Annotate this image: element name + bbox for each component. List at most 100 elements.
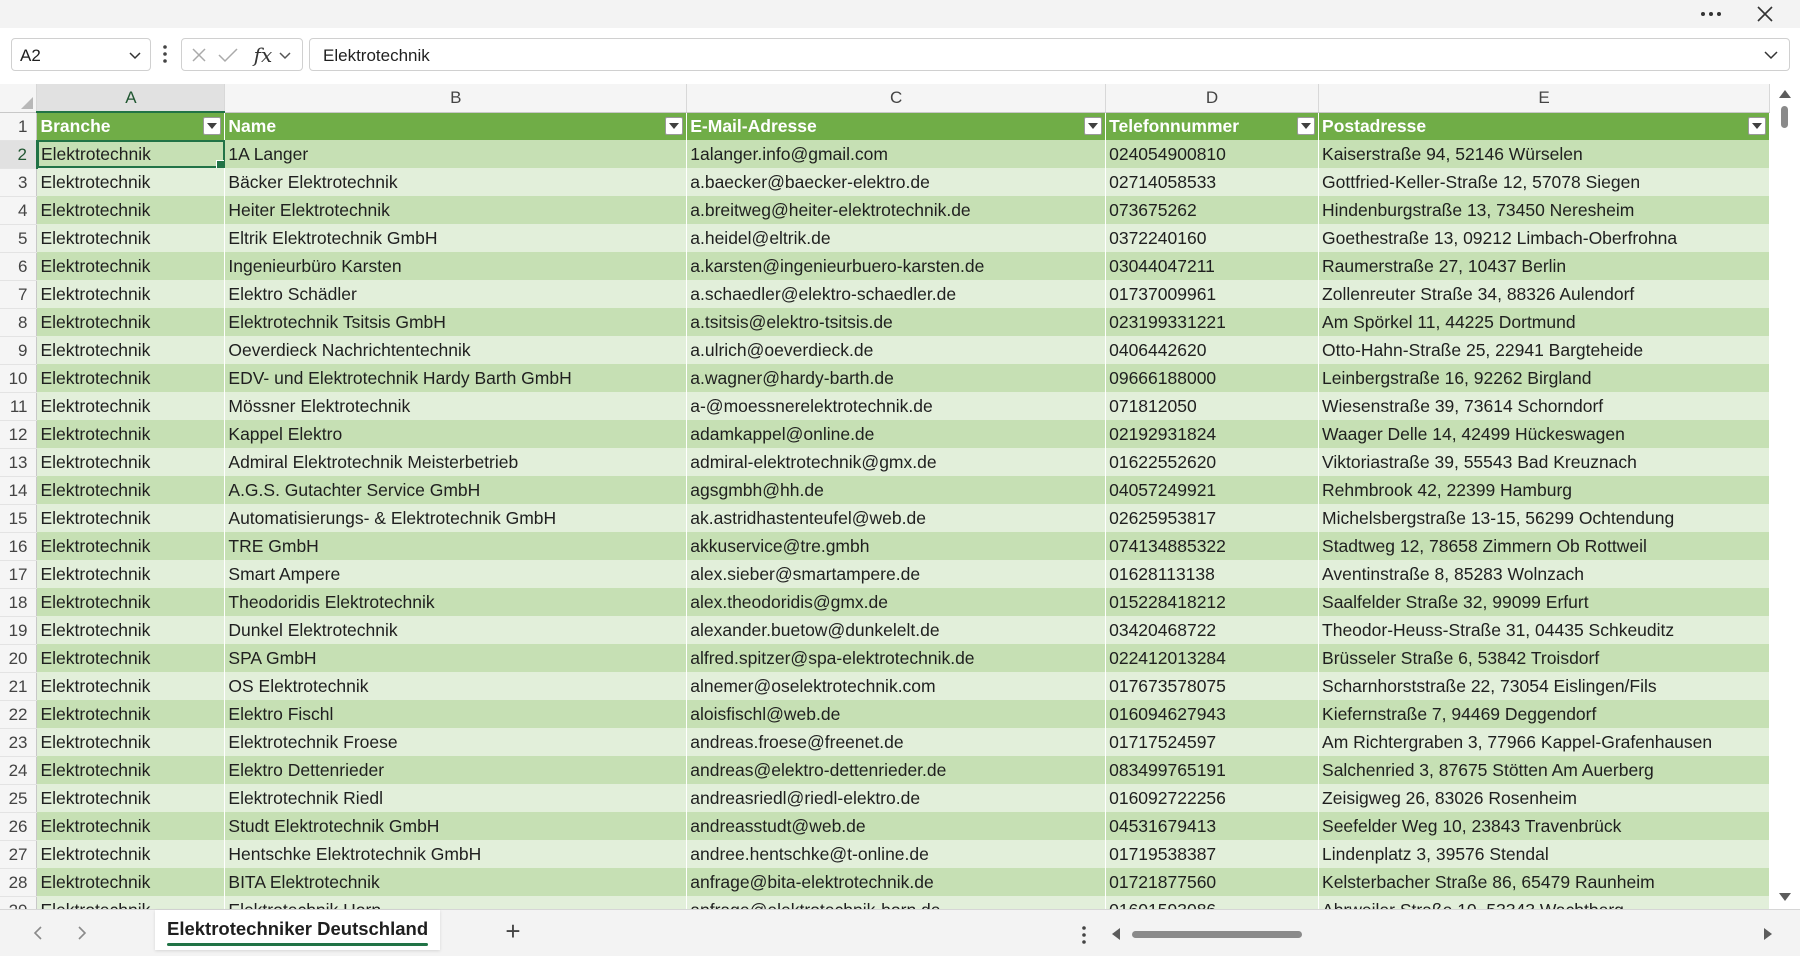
cell-phone[interactable]: 023199331221	[1105, 308, 1320, 336]
cell-address[interactable]: Waager Delle 14, 42499 Hückeswagen	[1318, 420, 1770, 448]
column-header-b[interactable]: B	[224, 84, 688, 113]
row-header[interactable]: 17	[0, 560, 38, 589]
add-sheet-button[interactable]: +	[498, 916, 528, 946]
cell-address[interactable]: Lindenplatz 3, 39576 Stendal	[1318, 840, 1770, 868]
cell-branche[interactable]: Elektrotechnik	[36, 896, 226, 909]
cell-branche[interactable]: Elektrotechnik	[36, 504, 226, 532]
filter-dropdown-icon[interactable]	[1297, 116, 1316, 135]
cell-phone[interactable]: 083499765191	[1105, 756, 1320, 784]
cell-name[interactable]: SPA GmbH	[224, 644, 688, 672]
cell-phone[interactable]: 04057249921	[1105, 476, 1320, 504]
cell-address[interactable]: Zollenreuter Straße 34, 88326 Aulendorf	[1318, 280, 1770, 308]
row-header[interactable]: 28	[0, 868, 38, 897]
cell-address[interactable]: Michelsbergstraße 13-15, 56299 Ochtendun…	[1318, 504, 1770, 532]
row-header[interactable]: 18	[0, 588, 38, 617]
horizontal-scroll-thumb[interactable]	[1132, 931, 1302, 938]
cell-email[interactable]: 1alanger.info@gmail.com	[686, 140, 1107, 168]
cell-phone[interactable]: 024054900810	[1105, 140, 1320, 168]
cell-branche[interactable]: Elektrotechnik	[36, 392, 226, 420]
cell-email[interactable]: andreas@elektro-dettenrieder.de	[686, 756, 1107, 784]
cell-phone[interactable]: 073675262	[1105, 196, 1320, 224]
worksheet-grid[interactable]: A B C D E 1 Branche Name E-Mail-Adresse …	[0, 84, 1770, 909]
more-options-button[interactable]	[1688, 0, 1734, 28]
cell-name[interactable]: BITA Elektrotechnik	[224, 868, 688, 896]
cell-phone[interactable]: 03420468722	[1105, 616, 1320, 644]
cell-email[interactable]: ak.astridhastenteufel@web.de	[686, 504, 1107, 532]
cell-email[interactable]: a.tsitsis@elektro-tsitsis.de	[686, 308, 1107, 336]
cell-email[interactable]: a.karsten@ingenieurbuero-karsten.de	[686, 252, 1107, 280]
cell-phone[interactable]: 017673578075	[1105, 672, 1320, 700]
row-header[interactable]: 12	[0, 420, 38, 449]
cell-address[interactable]: Viktoriastraße 39, 55543 Bad Kreuznach	[1318, 448, 1770, 476]
row-header[interactable]: 26	[0, 812, 38, 841]
cell-name[interactable]: Ingenieurbüro Karsten	[224, 252, 688, 280]
vertical-scroll-thumb[interactable]	[1781, 106, 1788, 128]
horizontal-scrollbar[interactable]	[1112, 924, 1772, 944]
cell-address[interactable]: Seefelder Weg 10, 23843 Travenbrück	[1318, 812, 1770, 840]
cell-email[interactable]: andree.hentschke@t-online.de	[686, 840, 1107, 868]
cell-branche[interactable]: Elektrotechnik	[36, 280, 226, 308]
column-header-a[interactable]: A	[36, 84, 226, 113]
cell-address[interactable]: Kaiserstraße 94, 52146 Würselen	[1318, 140, 1770, 168]
table-header-email[interactable]: E-Mail-Adresse	[686, 112, 1107, 140]
column-header-c[interactable]: C	[686, 84, 1107, 113]
cell-phone[interactable]: 071812050	[1105, 392, 1320, 420]
cell-name[interactable]: Elektro Schädler	[224, 280, 688, 308]
cell-phone[interactable]: 01601593086	[1105, 896, 1320, 909]
cell-name[interactable]: Mössner Elektrotechnik	[224, 392, 688, 420]
cell-email[interactable]: alex.theodoridis@gmx.de	[686, 588, 1107, 616]
cell-branche[interactable]: Elektrotechnik	[36, 728, 226, 756]
cell-name[interactable]: Elektrotechnik Riedl	[224, 784, 688, 812]
cell-address[interactable]: Leinbergstraße 16, 92262 Birgland	[1318, 364, 1770, 392]
cell-phone[interactable]: 09666188000	[1105, 364, 1320, 392]
cell-address[interactable]: Raumerstraße 27, 10437 Berlin	[1318, 252, 1770, 280]
cell-address[interactable]: Zeisigweg 26, 83026 Rosenheim	[1318, 784, 1770, 812]
cell-phone[interactable]: 02625953817	[1105, 504, 1320, 532]
cell-address[interactable]: Kelsterbacher Straße 86, 65479 Raunheim	[1318, 868, 1770, 896]
cell-branche[interactable]: Elektrotechnik	[36, 812, 226, 840]
cell-phone[interactable]: 016094627943	[1105, 700, 1320, 728]
cell-phone[interactable]: 01719538387	[1105, 840, 1320, 868]
table-header-address[interactable]: Postadresse	[1318, 112, 1770, 140]
cell-branche[interactable]: Elektrotechnik	[36, 336, 226, 364]
row-header[interactable]: 4	[0, 196, 38, 225]
cell-email[interactable]: a.schaedler@elektro-schaedler.de	[686, 280, 1107, 308]
filter-dropdown-icon[interactable]	[665, 116, 684, 135]
cell-email[interactable]: andreasriedl@riedl-elektro.de	[686, 784, 1107, 812]
cell-branche[interactable]: Elektrotechnik	[36, 588, 226, 616]
cell-phone[interactable]: 016092722256	[1105, 784, 1320, 812]
cell-branche[interactable]: Elektrotechnik	[36, 308, 226, 336]
row-header[interactable]: 11	[0, 392, 38, 421]
select-all-corner[interactable]	[0, 84, 38, 113]
cell-email[interactable]: akkuservice@tre.gmbh	[686, 532, 1107, 560]
cell-branche[interactable]: Elektrotechnik	[36, 700, 226, 728]
cell-branche[interactable]: Elektrotechnik	[36, 616, 226, 644]
row-header[interactable]: 19	[0, 616, 38, 645]
cell-branche[interactable]: Elektrotechnik	[36, 196, 226, 224]
row-header[interactable]: 21	[0, 672, 38, 701]
cell-email[interactable]: alnemer@oselektrotechnik.com	[686, 672, 1107, 700]
vertical-ellipsis-icon[interactable]	[160, 42, 170, 66]
cell-branche[interactable]: Elektrotechnik	[36, 532, 226, 560]
scroll-down-icon[interactable]	[1779, 893, 1791, 901]
cell-address[interactable]: Kiefernstraße 7, 94469 Deggendorf	[1318, 700, 1770, 728]
cell-email[interactable]: a.wagner@hardy-barth.de	[686, 364, 1107, 392]
cell-name[interactable]: Eltrik Elektrotechnik GmbH	[224, 224, 688, 252]
cell-branche[interactable]: Elektrotechnik	[36, 644, 226, 672]
row-header[interactable]: 2	[0, 140, 38, 169]
cell-branche[interactable]: Elektrotechnik	[36, 756, 226, 784]
table-header-name[interactable]: Name	[224, 112, 688, 140]
column-header-e[interactable]: E	[1318, 84, 1770, 113]
cell-branche[interactable]: Elektrotechnik	[36, 420, 226, 448]
cell-email[interactable]: andreasstudt@web.de	[686, 812, 1107, 840]
cell-name[interactable]: EDV- und Elektrotechnik Hardy Barth GmbH	[224, 364, 688, 392]
cell-phone[interactable]: 074134885322	[1105, 532, 1320, 560]
cell-address[interactable]: Salchenried 3, 87675 Stötten Am Auerberg	[1318, 756, 1770, 784]
cell-branche[interactable]: Elektrotechnik	[36, 364, 226, 392]
cell-address[interactable]: Aventinstraße 8, 85283 Wolnzach	[1318, 560, 1770, 588]
row-header[interactable]: 10	[0, 364, 38, 393]
cell-name[interactable]: Elektrotechnik Froese	[224, 728, 688, 756]
cell-name[interactable]: A.G.S. Gutachter Service GmbH	[224, 476, 688, 504]
cell-email[interactable]: a.breitweg@heiter-elektrotechnik.de	[686, 196, 1107, 224]
table-header-phone[interactable]: Telefonnummer	[1105, 112, 1320, 140]
